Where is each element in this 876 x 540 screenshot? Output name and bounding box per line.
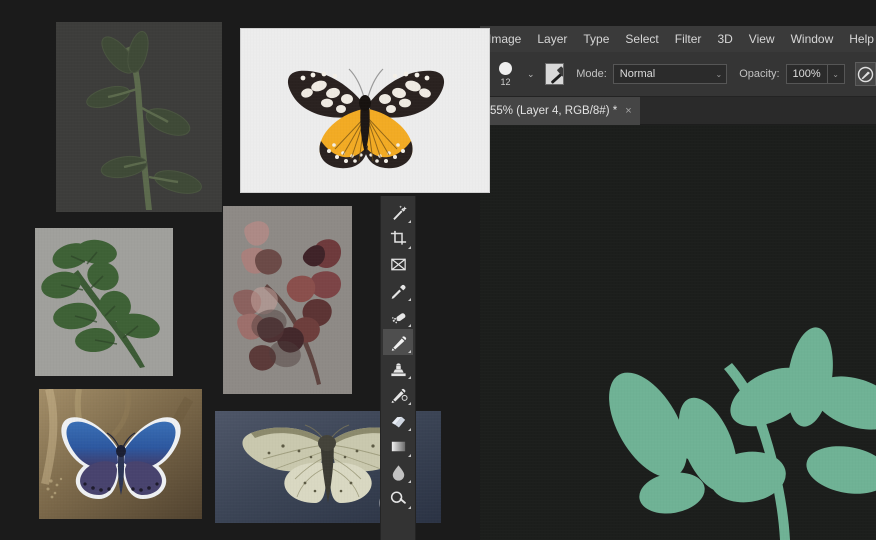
eyedropper-icon xyxy=(391,284,406,299)
canvas-area[interactable] xyxy=(480,125,876,540)
blue-butterfly-artwork xyxy=(39,389,202,519)
yellow-butterfly-artwork xyxy=(241,29,489,192)
gradient-icon xyxy=(391,441,405,451)
photo-content xyxy=(39,389,202,519)
menu-item-view[interactable]: View xyxy=(741,26,783,52)
tool-flyout-indicator xyxy=(408,480,411,483)
magic-wand-tool[interactable] xyxy=(383,199,413,225)
airbrush-toggle-button[interactable] xyxy=(854,62,876,86)
tool-flyout-indicator xyxy=(408,350,411,353)
clone-stamp-icon xyxy=(390,362,406,376)
chevron-down-icon: ⌄ xyxy=(715,69,723,79)
history-brush-tool[interactable] xyxy=(383,381,413,407)
crop-icon xyxy=(390,230,406,245)
teal-plant-silhouette-artwork xyxy=(609,327,876,540)
document-tab-bar: 55% (Layer 4, RGB/8#) * × xyxy=(480,97,876,125)
tool-flyout-indicator xyxy=(408,402,411,405)
brush-tip-circle xyxy=(498,61,512,75)
menu-item-layer[interactable]: Layer xyxy=(529,26,575,52)
green-leaf-specimen-photo[interactable] xyxy=(35,228,173,376)
tool-flyout-indicator xyxy=(408,246,411,249)
gradient-tool[interactable] xyxy=(383,433,413,459)
healing-brush-icon xyxy=(391,312,405,323)
tool-flyout-indicator xyxy=(408,454,411,457)
menu-item-type[interactable]: Type xyxy=(575,26,617,52)
menu-item-help[interactable]: Help xyxy=(841,26,876,52)
airbrush-icon xyxy=(857,66,873,82)
opacity-chevron-down-icon[interactable]: ⌄ xyxy=(827,64,845,84)
artboard[interactable] xyxy=(480,125,876,540)
brush-preset-chevron-down-icon[interactable]: ⌄ xyxy=(523,69,539,80)
dark-plant-artwork xyxy=(56,22,222,212)
dark-plant-specimen-photo[interactable] xyxy=(56,22,222,212)
menu-item-3d[interactable]: 3D xyxy=(709,26,740,52)
tool-flyout-indicator xyxy=(408,324,411,327)
blur-droplet-icon xyxy=(392,464,404,481)
tool-flyout-indicator xyxy=(408,376,411,379)
red-leaves-artwork xyxy=(223,206,352,394)
menu-bar: Image Layer Type Select Filter 3D View W… xyxy=(480,26,876,52)
photo-content xyxy=(241,29,489,192)
clone-stamp-tool[interactable] xyxy=(383,355,413,381)
brush-size-value: 12 xyxy=(500,76,511,87)
application-window: Image Layer Type Select Filter 3D View W… xyxy=(480,0,876,540)
close-icon[interactable]: × xyxy=(625,105,631,117)
tool-options-bar: 12 ⌄ Mode: Normal ⌄ Opacity: 100% ⌄ xyxy=(480,52,876,97)
red-leaves-specimen-photo[interactable] xyxy=(223,206,352,394)
opacity-control: 100% ⌄ xyxy=(785,64,845,84)
photo-content xyxy=(35,228,173,376)
brush-icon xyxy=(391,335,406,351)
healing-brush-tool[interactable] xyxy=(383,303,413,329)
blur-tool[interactable] xyxy=(383,459,413,485)
menu-item-filter[interactable]: Filter xyxy=(667,26,710,52)
green-leaf-artwork xyxy=(35,228,173,376)
history-brush-icon xyxy=(391,388,408,403)
opacity-input[interactable]: 100% xyxy=(785,64,828,84)
screen: Image Layer Type Select Filter 3D View W… xyxy=(0,0,876,540)
brush-settings-panel-icon[interactable] xyxy=(544,63,565,85)
opacity-label: Opacity: xyxy=(739,68,780,80)
eyedropper-tool[interactable] xyxy=(383,277,413,303)
dodge-tool[interactable] xyxy=(383,485,413,511)
photo-content xyxy=(223,206,352,394)
frame-tool[interactable] xyxy=(383,251,413,277)
brush-size-preview[interactable]: 12 xyxy=(494,57,517,91)
dodge-icon xyxy=(390,490,406,504)
photo-content xyxy=(56,22,222,212)
magic-wand-icon xyxy=(392,204,407,220)
tool-flyout-indicator xyxy=(408,506,411,509)
menu-item-window[interactable]: Window xyxy=(783,26,842,52)
blue-butterfly-photo[interactable] xyxy=(39,389,202,519)
frame-icon xyxy=(390,258,406,270)
brush-tool[interactable] xyxy=(383,329,413,355)
eraser-icon xyxy=(391,416,405,428)
document-tab-label: 55% (Layer 4, RGB/8#) * xyxy=(490,105,618,117)
tool-flyout-indicator xyxy=(408,298,411,301)
crop-tool[interactable] xyxy=(383,225,413,251)
tool-flyout-indicator xyxy=(408,220,411,223)
tool-flyout-indicator xyxy=(408,428,411,431)
document-tab[interactable]: 55% (Layer 4, RGB/8#) * × xyxy=(480,97,640,125)
mode-label: Mode: xyxy=(576,68,607,80)
yellow-butterfly-specimen-photo[interactable] xyxy=(241,29,489,192)
tools-panel xyxy=(380,196,416,540)
menu-item-select[interactable]: Select xyxy=(617,26,666,52)
title-bar xyxy=(480,0,876,26)
blend-mode-value: Normal xyxy=(619,68,656,80)
blend-mode-select[interactable]: Normal ⌄ xyxy=(612,64,728,84)
eraser-tool[interactable] xyxy=(383,407,413,433)
